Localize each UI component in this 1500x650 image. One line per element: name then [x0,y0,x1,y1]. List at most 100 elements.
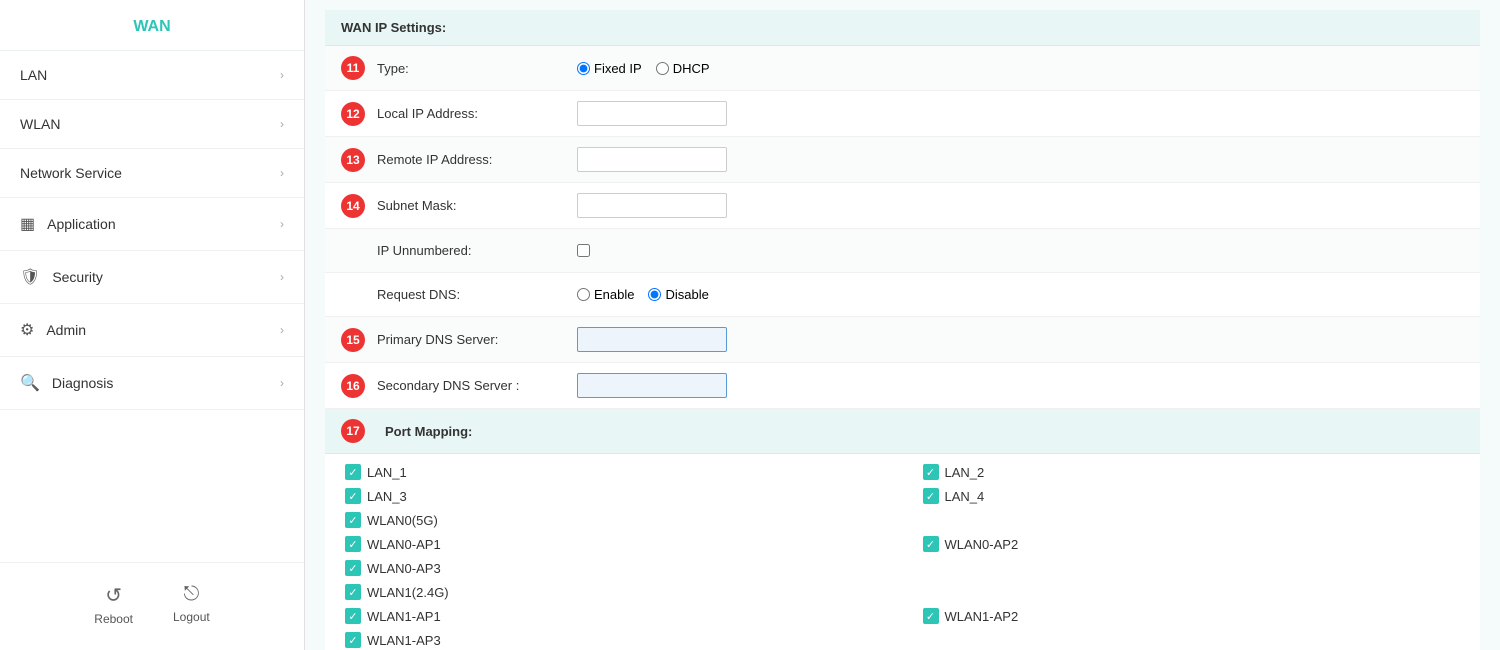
wlan0-ap3-label: WLAN0-AP3 [367,561,441,576]
type-row: 11 Type: Fixed IP DHCP [325,46,1480,91]
wlan1-24g-checkbox-icon[interactable]: ✓ [345,584,361,600]
sidebar-item-diagnosis[interactable]: 🔍 Diagnosis › [0,357,304,410]
sidebar-item-security-label: Security [52,269,280,285]
ip-unnumbered-row: IP Unnumbered: [325,229,1480,273]
sidebar: WAN LAN › WLAN › Network Service › ▦ App… [0,0,305,650]
remote-ip-row: 13 Remote IP Address: 192.168.60.1 [325,137,1480,183]
request-dns-row: Request DNS: Enable Disable [325,273,1480,317]
wlan0-ap3-checkbox-icon[interactable]: ✓ [345,560,361,576]
sidebar-title: WAN [0,0,304,51]
chevron-right-icon: › [280,323,284,337]
wlan0-ap1-label: WLAN0-AP1 [367,537,441,552]
port-item-wlan0-ap2: ✓ WLAN0-AP2 [923,536,1461,552]
subnet-mask-label: Subnet Mask: [377,198,577,213]
sidebar-item-admin-label: Admin [46,322,280,338]
secondary-dns-input[interactable]: 8.8.4.4 [577,373,727,398]
port-item-wlan1-ap1: ✓ WLAN1-AP1 [345,608,883,624]
type-control: Fixed IP DHCP [577,61,1464,76]
reboot-button[interactable]: ↺ Reboot [94,583,133,626]
gear-icon: ⚙ [20,320,34,340]
dhcp-label: DHCP [673,61,710,76]
primary-dns-control: 8.8.8.8 [577,327,1464,352]
wlan0-5g-label: WLAN0(5G) [367,513,438,528]
enable-radio[interactable] [577,288,590,301]
port-item-wlan1-ap3: ✓ WLAN1-AP3 [345,632,883,648]
wlan1-ap3-checkbox-icon[interactable]: ✓ [345,632,361,648]
step-11-badge: 11 [341,56,365,80]
main-content: WAN IP Settings: 11 Type: Fixed IP DHCP [305,0,1500,650]
request-dns-radio-group: Enable Disable [577,287,709,302]
sidebar-item-application-label: Application [47,216,280,232]
lan1-label: LAN_1 [367,465,407,480]
port-item-wlan0-5g: ✓ WLAN0(5G) [345,512,883,528]
sidebar-item-security[interactable]: 🛡 Security › [0,251,304,304]
chevron-right-icon: › [280,117,284,131]
primary-dns-label: Primary DNS Server: [377,332,577,347]
logout-label: Logout [173,610,210,624]
chevron-right-icon: › [280,166,284,180]
subnet-mask-input[interactable]: 255.255.255.0 [577,193,727,218]
secondary-dns-label: Secondary DNS Server : [377,378,577,393]
primary-dns-input[interactable]: 8.8.8.8 [577,327,727,352]
step-12-badge: 12 [341,102,365,126]
port-mapping-grid: ✓ LAN_1 ✓ LAN_2 ✓ LAN_3 ✓ LAN_4 ✓ WLAN0(… [325,454,1480,650]
lan2-checkbox-icon[interactable]: ✓ [923,464,939,480]
fixed-ip-radio-item[interactable]: Fixed IP [577,61,642,76]
reboot-icon: ↺ [105,583,122,608]
wlan1-ap3-label: WLAN1-AP3 [367,633,441,648]
lan4-label: LAN_4 [945,489,985,504]
disable-radio[interactable] [648,288,661,301]
sidebar-item-lan[interactable]: LAN › [0,51,304,100]
port-item-lan3: ✓ LAN_3 [345,488,883,504]
sidebar-bottom: ↺ Reboot ⎋ Logout [0,562,304,650]
secondary-dns-row: 16 Secondary DNS Server : 8.8.4.4 [325,363,1480,409]
request-dns-control: Enable Disable [577,287,1464,302]
chevron-right-icon: › [280,270,284,284]
fixed-ip-radio[interactable] [577,62,590,75]
port-item-wlan1-ap2: ✓ WLAN1-AP2 [923,608,1461,624]
sidebar-item-diagnosis-label: Diagnosis [52,375,280,391]
port-item-lan4: ✓ LAN_4 [923,488,1461,504]
sidebar-item-admin[interactable]: ⚙ Admin › [0,304,304,357]
port-mapping-label: Port Mapping: [385,424,472,439]
remote-ip-input[interactable]: 192.168.60.1 [577,147,727,172]
step-14-badge: 14 [341,194,365,218]
wlan0-ap2-checkbox-icon[interactable]: ✓ [923,536,939,552]
sidebar-item-application[interactable]: ▦ Application › [0,198,304,251]
wlan0-ap1-checkbox-icon[interactable]: ✓ [345,536,361,552]
sidebar-item-network-service-label: Network Service [20,165,280,181]
sidebar-item-network-service[interactable]: Network Service › [0,149,304,198]
lan3-checkbox-icon[interactable]: ✓ [345,488,361,504]
wlan1-ap1-checkbox-icon[interactable]: ✓ [345,608,361,624]
remote-ip-control: 192.168.60.1 [577,147,1464,172]
wan-ip-settings-header: WAN IP Settings: [325,10,1480,46]
type-label: Type: [377,61,577,76]
local-ip-control: 192.168.60.10 [577,101,1464,126]
wlan1-ap2-checkbox-icon[interactable]: ✓ [923,608,939,624]
enable-radio-item[interactable]: Enable [577,287,634,302]
dhcp-radio-item[interactable]: DHCP [656,61,710,76]
lan4-checkbox-icon[interactable]: ✓ [923,488,939,504]
port-item-lan1: ✓ LAN_1 [345,464,883,480]
remote-ip-label: Remote IP Address: [377,152,577,167]
sidebar-item-lan-label: LAN [20,67,280,83]
primary-dns-row: 15 Primary DNS Server: 8.8.8.8 [325,317,1480,363]
disable-radio-item[interactable]: Disable [648,287,708,302]
wlan0-5g-checkbox-icon[interactable]: ✓ [345,512,361,528]
chevron-right-icon: › [280,376,284,390]
sidebar-item-wlan[interactable]: WLAN › [0,100,304,149]
type-radio-group: Fixed IP DHCP [577,61,710,76]
ip-unnumbered-checkbox[interactable] [577,244,590,257]
dhcp-radio[interactable] [656,62,669,75]
lan1-checkbox-icon[interactable]: ✓ [345,464,361,480]
wlan1-ap1-label: WLAN1-AP1 [367,609,441,624]
reboot-label: Reboot [94,612,133,626]
local-ip-input[interactable]: 192.168.60.10 [577,101,727,126]
logout-icon: ⎋ [183,583,199,606]
logout-button[interactable]: ⎋ Logout [173,583,210,626]
step-17-badge: 17 [341,419,365,443]
lan3-label: LAN_3 [367,489,407,504]
secondary-dns-control: 8.8.4.4 [577,373,1464,398]
step-13-badge: 13 [341,148,365,172]
port-item-lan2: ✓ LAN_2 [923,464,1461,480]
